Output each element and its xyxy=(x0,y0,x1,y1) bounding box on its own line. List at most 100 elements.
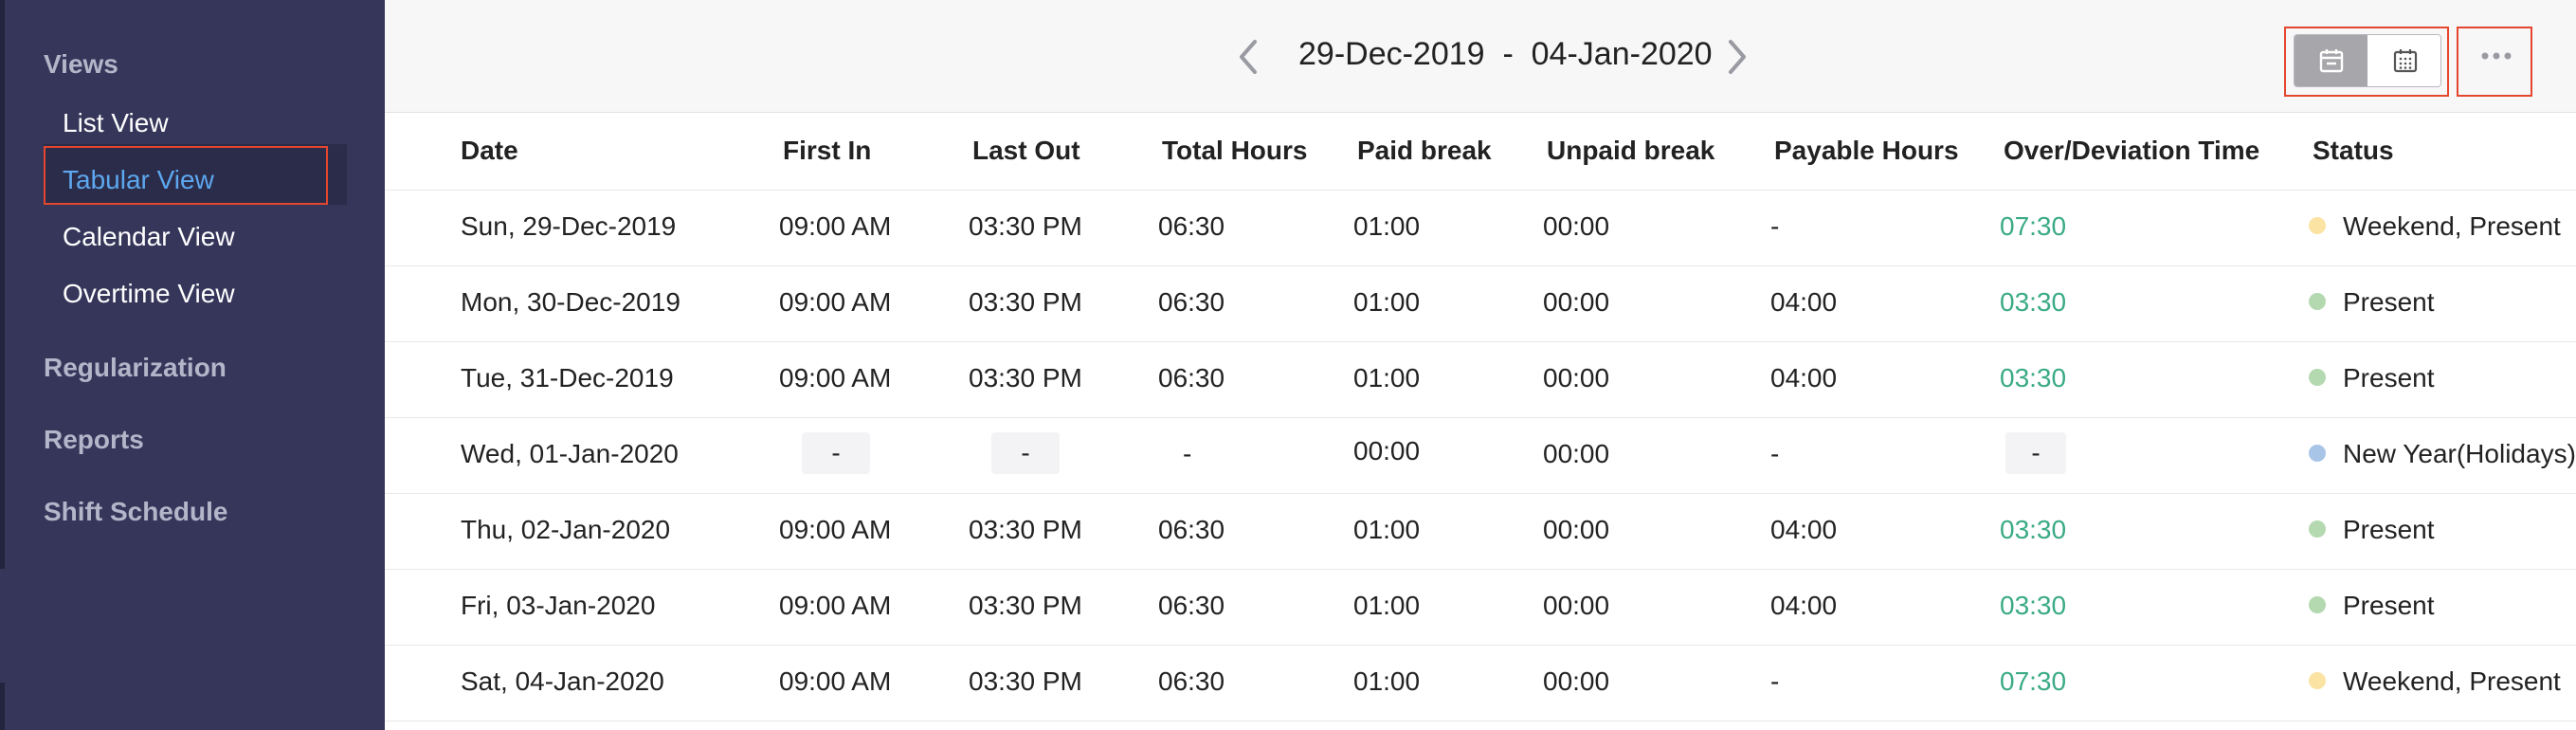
cell-status: Present xyxy=(2343,515,2435,544)
cell-first-in: 09:00 AM xyxy=(779,515,892,544)
cell-date: Tue, 31-Dec-2019 xyxy=(461,363,674,392)
status-dot-present xyxy=(2309,596,2326,613)
date-range-label: 29-Dec-2019 - 04-Jan-2020 xyxy=(1298,36,1713,72)
sidebar-edge xyxy=(0,0,5,569)
cell-payable-hours: - xyxy=(1770,666,1780,696)
cell-unpaid-break: 00:00 xyxy=(1543,363,1610,392)
cell-status: Present xyxy=(2343,287,2435,317)
column-header-over-deviation-time[interactable]: Over/Deviation Time xyxy=(2004,136,2259,166)
cell-total-hours: 06:30 xyxy=(1158,211,1225,241)
cell-status: Present xyxy=(2343,591,2435,620)
row-divider xyxy=(385,645,2576,646)
cell-over-deviation-time: 03:30 xyxy=(2000,363,2067,392)
column-header-payable-hours[interactable]: Payable Hours xyxy=(1774,136,1959,166)
row-divider xyxy=(385,341,2576,342)
cell-paid-break: 01:00 xyxy=(1353,515,1421,544)
cell-paid-break: 01:00 xyxy=(1353,363,1421,392)
cell-date: Thu, 02-Jan-2020 xyxy=(461,515,671,544)
cell-over-deviation-time: 03:30 xyxy=(2000,287,2067,317)
cell-paid-break: 01:00 xyxy=(1353,211,1421,241)
cell-last-out: - xyxy=(991,432,1060,474)
column-header-unpaid-break[interactable]: Unpaid break xyxy=(1547,136,1714,166)
cell-status: New Year(Holidays), xyxy=(2343,439,2576,468)
cell-paid-break: 01:00 xyxy=(1353,666,1421,696)
cell-date: Mon, 30-Dec-2019 xyxy=(461,287,680,317)
cell-last-out: 03:30 PM xyxy=(969,287,1082,317)
column-header-paid-break[interactable]: Paid break xyxy=(1357,136,1492,166)
cell-date: Sat, 04-Jan-2020 xyxy=(461,666,664,696)
column-header-status[interactable]: Status xyxy=(2313,136,2394,166)
cell-last-out: 03:30 PM xyxy=(969,591,1082,620)
sidebar-heading-shift-schedule[interactable]: Shift Schedule xyxy=(44,497,227,527)
sidebar-edge xyxy=(0,683,5,730)
cell-last-out: 03:30 PM xyxy=(969,666,1082,696)
cell-paid-break: 00:00 xyxy=(1353,436,1421,465)
cell-unpaid-break: 00:00 xyxy=(1543,439,1610,468)
cell-payable-hours: - xyxy=(1770,439,1780,468)
cell-status: Present xyxy=(2343,363,2435,392)
cell-first-in: - xyxy=(802,432,870,474)
cell-total-hours: 06:30 xyxy=(1158,591,1225,620)
cell-payable-hours: 04:00 xyxy=(1770,363,1838,392)
row-divider xyxy=(385,417,2576,418)
header-divider xyxy=(385,190,2576,191)
cell-unpaid-break: 00:00 xyxy=(1543,211,1610,241)
status-dot-present xyxy=(2309,369,2326,386)
column-header-first-in[interactable]: First In xyxy=(783,136,871,166)
cell-status: Weekend, Present xyxy=(2343,211,2561,241)
cell-total-hours: 06:30 xyxy=(1158,666,1225,696)
cell-paid-break: 01:00 xyxy=(1353,287,1421,317)
sidebar: Views List View Tabular View Calendar Vi… xyxy=(0,0,385,730)
cell-first-in: 09:00 AM xyxy=(779,363,892,392)
cell-total-hours: - xyxy=(1183,439,1192,468)
row-divider xyxy=(385,569,2576,570)
cell-total-hours: 06:30 xyxy=(1158,287,1225,317)
column-header-last-out[interactable]: Last Out xyxy=(972,136,1080,166)
status-dot-present xyxy=(2309,520,2326,538)
status-dot-weekend xyxy=(2309,672,2326,689)
cell-date: Wed, 01-Jan-2020 xyxy=(461,439,679,468)
sidebar-item-overtime-view[interactable]: Overtime View xyxy=(63,279,235,309)
cell-over-deviation-time: - xyxy=(2005,432,2066,474)
cell-over-deviation-time: 03:30 xyxy=(2000,591,2067,620)
cell-status: Weekend, Present xyxy=(2343,666,2561,696)
sidebar-item-calendar-view[interactable]: Calendar View xyxy=(63,222,235,252)
column-header-date[interactable]: Date xyxy=(461,136,518,166)
status-dot-holiday xyxy=(2309,445,2326,462)
sidebar-heading-reports[interactable]: Reports xyxy=(44,425,144,455)
sidebar-heading-views[interactable]: Views xyxy=(44,49,118,80)
row-divider xyxy=(385,493,2576,494)
row-divider xyxy=(385,265,2576,266)
view-toggle xyxy=(2294,34,2441,87)
cell-first-in: 09:00 AM xyxy=(779,287,892,317)
cell-unpaid-break: 00:00 xyxy=(1543,287,1610,317)
cell-first-in: 09:00 AM xyxy=(779,211,892,241)
cell-last-out: 03:30 PM xyxy=(969,363,1082,392)
calendar-month-icon[interactable] xyxy=(2368,35,2440,86)
chevron-left-icon[interactable] xyxy=(1230,32,1268,82)
cell-total-hours: 06:30 xyxy=(1158,363,1225,392)
cell-first-in: 09:00 AM xyxy=(779,666,892,696)
cell-total-hours: 06:30 xyxy=(1158,515,1225,544)
cell-payable-hours: 04:00 xyxy=(1770,591,1838,620)
sidebar-item-list-view[interactable]: List View xyxy=(63,108,169,138)
cell-paid-break: 01:00 xyxy=(1353,591,1421,620)
cell-date: Sun, 29-Dec-2019 xyxy=(461,211,677,241)
cell-over-deviation-time: 07:30 xyxy=(2000,211,2067,241)
status-dot-present xyxy=(2309,293,2326,310)
calendar-day-icon[interactable] xyxy=(2295,35,2367,86)
sidebar-item-tabular-view[interactable]: Tabular View xyxy=(63,165,214,195)
sidebar-heading-regularization[interactable]: Regularization xyxy=(44,353,227,383)
column-header-total-hours[interactable]: Total Hours xyxy=(1162,136,1307,166)
status-dot-weekend xyxy=(2309,217,2326,234)
chevron-right-icon[interactable] xyxy=(1717,32,1755,82)
more-horizontal-icon[interactable] xyxy=(2477,42,2515,70)
cell-unpaid-break: 00:00 xyxy=(1543,591,1610,620)
cell-payable-hours: 04:00 xyxy=(1770,287,1838,317)
cell-payable-hours: 04:00 xyxy=(1770,515,1838,544)
cell-first-in: 09:00 AM xyxy=(779,591,892,620)
cell-date: Fri, 03-Jan-2020 xyxy=(461,591,656,620)
cell-last-out: 03:30 PM xyxy=(969,515,1082,544)
cell-unpaid-break: 00:00 xyxy=(1543,666,1610,696)
cell-over-deviation-time: 03:30 xyxy=(2000,515,2067,544)
